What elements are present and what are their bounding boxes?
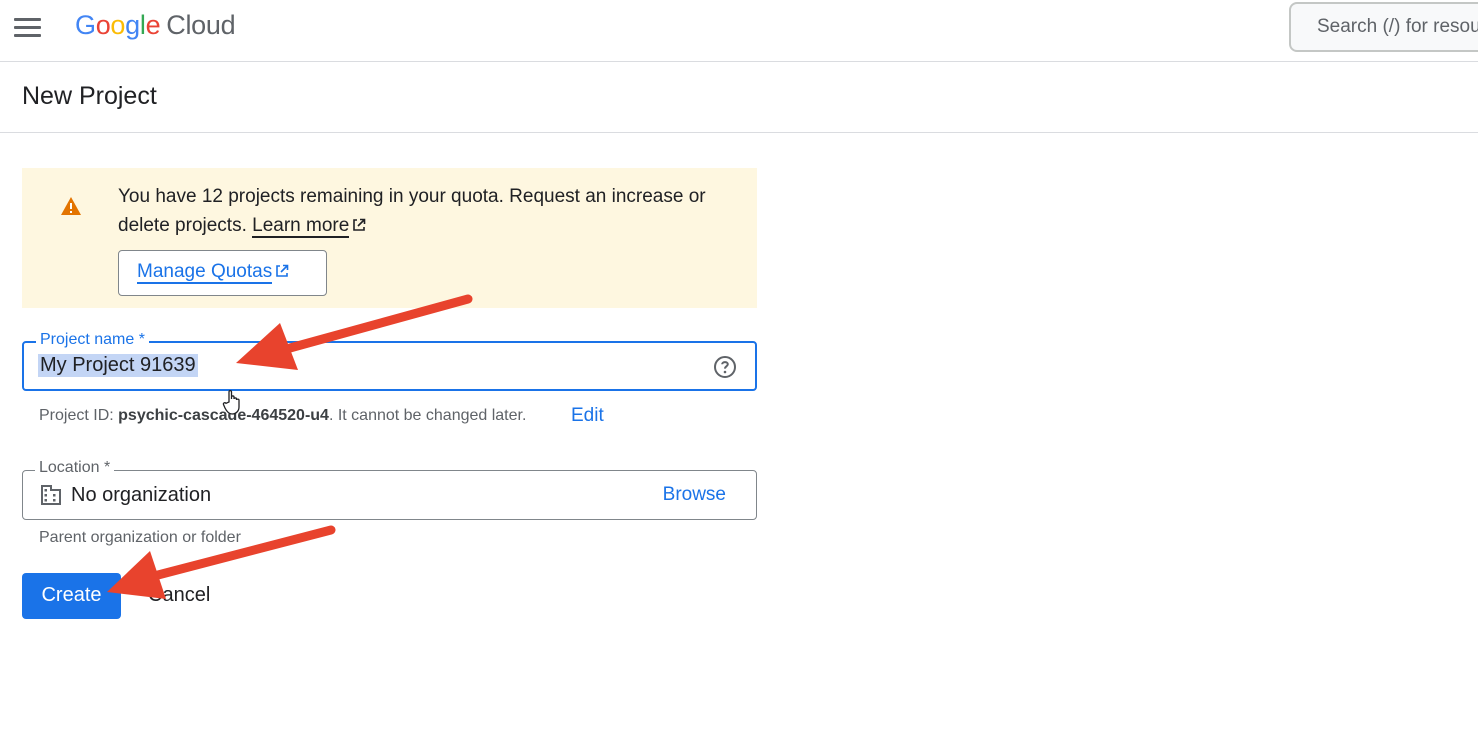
create-button[interactable]: Create: [22, 573, 121, 619]
manage-quotas-button[interactable]: Manage Quotas: [118, 250, 327, 296]
help-icon[interactable]: [713, 355, 737, 379]
search-input[interactable]: Search (/) for resources: [1289, 2, 1478, 52]
building-icon: [41, 485, 61, 505]
edit-project-id-link[interactable]: Edit: [571, 405, 604, 427]
project-id-helper: Project ID: psychic-cascade-464520-u4. I…: [39, 407, 527, 424]
project-name-field[interactable]: Project name * My Project 91639: [22, 331, 757, 391]
external-link-icon: [276, 264, 289, 277]
title-bar: New Project: [0, 62, 1478, 133]
page-title: New Project: [22, 82, 157, 110]
cancel-button[interactable]: Cancel: [148, 584, 210, 607]
quota-warning-banner: You have 12 projects remaining in your q…: [22, 168, 757, 308]
quota-message: You have 12 projects remaining in your q…: [118, 186, 706, 238]
project-name-input[interactable]: My Project 91639: [38, 354, 198, 377]
hand-cursor-icon: [222, 390, 240, 415]
menu-icon[interactable]: [14, 16, 42, 38]
location-label: Location *: [35, 459, 115, 477]
top-bar: GoogleCloud Search (/) for resources: [0, 0, 1478, 62]
project-name-label: Project name *: [36, 331, 149, 349]
location-helper-text: Parent organization or folder: [39, 529, 241, 546]
learn-more-link[interactable]: Learn more: [252, 215, 350, 238]
location-field[interactable]: Location * No organization Browse: [22, 459, 757, 520]
browse-button[interactable]: Browse: [663, 484, 726, 506]
external-link-icon: [353, 218, 366, 231]
google-cloud-logo[interactable]: Google Cloud: [75, 10, 236, 41]
warning-icon: [61, 197, 81, 215]
search-placeholder: Search (/) for resources: [1317, 16, 1478, 37]
location-value: No organization: [71, 484, 212, 506]
